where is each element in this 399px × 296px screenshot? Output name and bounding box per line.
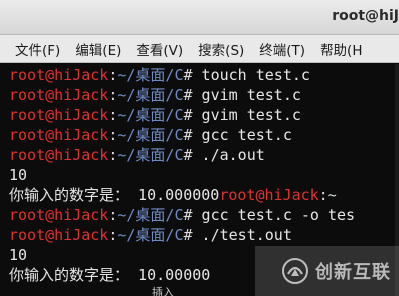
prompt-path: ~/桌面/C (117, 86, 184, 104)
prompt-hash: # (183, 106, 193, 124)
program-output-label: 你输入的数字是： (9, 266, 130, 284)
prompt-path: ~/桌面/C (117, 226, 184, 244)
program-output-label: 你输入的数字是： (9, 186, 130, 204)
command-text: touch test.c (192, 66, 310, 84)
prompt-path: ~/桌面/C (117, 146, 184, 164)
command-text: gcc test.c -o tes (192, 206, 356, 224)
program-output: 10 (9, 166, 28, 184)
menu-terminal[interactable]: 终端(T) (259, 39, 305, 59)
program-output-value: 10.00000 (129, 266, 211, 284)
prompt-hash: # (183, 86, 193, 104)
prompt-user: root@hiJack (9, 126, 109, 144)
command-text: gcc test.c (192, 126, 292, 144)
terminal-line: root@hiJack:~/桌面/C# ./test.out (9, 225, 292, 245)
prompt-path: ~/桌面/C (117, 66, 184, 84)
prompt-user: root@hiJack (9, 146, 109, 164)
terminal-output-line: 你输入的数字是： 10.000000root@hiJack:~ (9, 185, 337, 205)
terminal-line: root@hiJack:~/桌面/C# gcc test.c (9, 125, 292, 145)
prompt-hash: # (183, 126, 193, 144)
terminal-line: root@hiJack:~/桌面/C# gvim test.c (9, 85, 301, 105)
prompt-user: root@hiJack (9, 106, 109, 124)
watermark-logo-icon (282, 258, 308, 284)
menu-help[interactable]: 帮助(H (320, 39, 362, 59)
prompt-separator: :~ (318, 186, 337, 204)
terminal-line: root@hiJack:~/桌面/C# gvim test.c (9, 105, 301, 125)
terminal-line: root@hiJack:~/桌面/C# gcc test.c -o tes (9, 205, 355, 225)
command-text: gvim test.c (192, 106, 301, 124)
prompt-user: root@hiJack (219, 186, 319, 204)
window-titlebar: root@hiJ (0, 0, 399, 35)
watermark: 创新互联 (255, 246, 399, 296)
terminal-output-line: 10 (9, 245, 27, 265)
menu-edit[interactable]: 编辑(E) (75, 39, 121, 59)
terminal-line: root@hiJack:~/桌面/C# ./a.out (9, 145, 265, 165)
prompt-hash: # (183, 206, 193, 224)
command-text: ./test.out (192, 226, 292, 244)
menu-view[interactable]: 查看(V) (136, 39, 183, 59)
command-text: gvim test.c (192, 86, 301, 104)
menu-search[interactable]: 搜索(S) (198, 39, 244, 59)
prompt-hash: # (183, 66, 193, 84)
prompt-user: root@hiJack (9, 226, 109, 244)
prompt-path: ~/桌面/C (117, 206, 184, 224)
prompt-hash: # (183, 146, 193, 164)
terminal-output-line: 你输入的数字是： 10.00000 (9, 265, 210, 285)
menu-file[interactable]: 文件(F) (15, 39, 60, 59)
prompt-user: root@hiJack (9, 206, 109, 224)
prompt-user: root@hiJack (9, 86, 109, 104)
terminal-line: root@hiJack:~/桌面/C# touch test.c (9, 65, 310, 85)
menu-bar: 文件(F) 编辑(E) 查看(V) 搜索(S) 终端(T) 帮助(H (0, 35, 399, 63)
terminal-output-line: 10 (9, 165, 27, 185)
command-text: ./a.out (192, 146, 265, 164)
watermark-text: 创新互联 (315, 262, 391, 283)
prompt-path: ~/桌面/C (117, 106, 184, 124)
prompt-user: root@hiJack (9, 66, 109, 84)
program-output-value: 10.000000 (129, 186, 220, 204)
prompt-hash: # (183, 226, 193, 244)
prompt-path: ~/桌面/C (117, 126, 184, 144)
program-output: 10 (9, 246, 28, 264)
window-title: root@hiJ (332, 8, 399, 24)
vim-mode-indicator: 插入 (152, 286, 174, 296)
